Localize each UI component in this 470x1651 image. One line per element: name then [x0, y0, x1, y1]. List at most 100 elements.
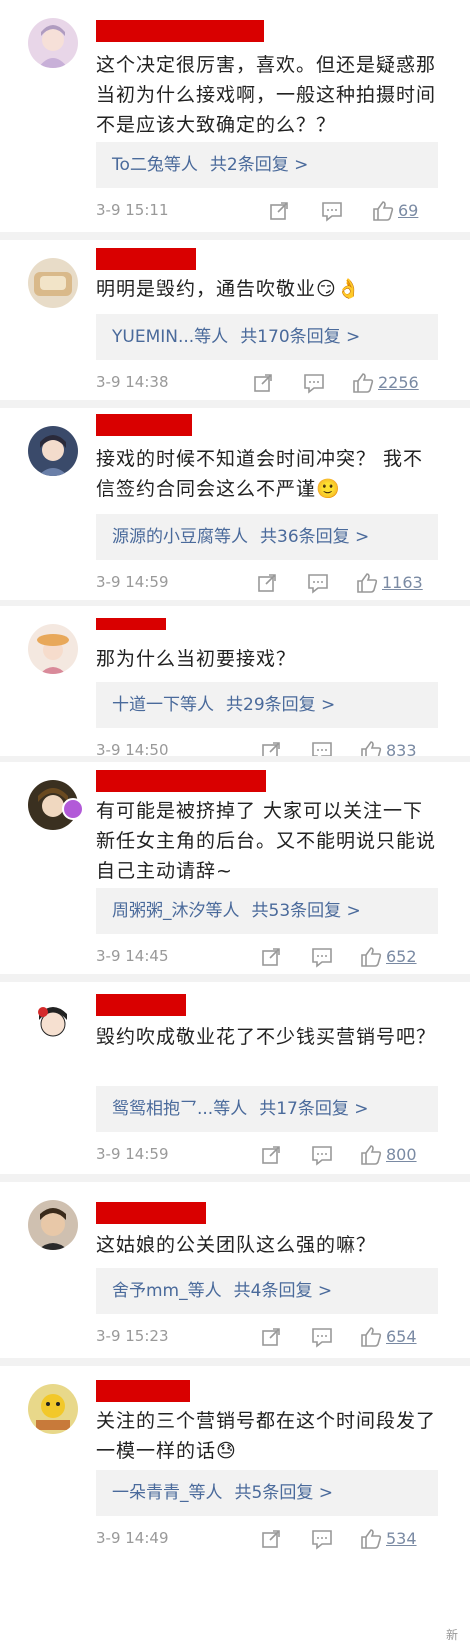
like-count: 69: [398, 200, 419, 220]
verified-badge-icon: [62, 798, 84, 820]
comment-card: 明明是毁约，通告吹敬业😏👌 YUEMIN...等人 共170条回复 > 3-9 1…: [0, 240, 470, 400]
comment-card: 这姑娘的公关团队这么强的嘛？ 舍予mm_等人 共4条回复 > 3-9 15:23 …: [0, 1182, 470, 1358]
thumbs-up-icon: [361, 740, 382, 756]
comment-text: 毁约吹成敬业花了不少钱买营销号吧？: [96, 1026, 437, 1048]
comment-icon[interactable]: [310, 1324, 334, 1348]
avatar[interactable]: [28, 1384, 78, 1434]
reply-count: 共170条回复 >: [240, 327, 361, 347]
comment-time: 3-9 14:38: [96, 373, 169, 391]
like-button[interactable]: 800: [360, 1142, 417, 1166]
reply-summary[interactable]: To二兔等人 共2条回复 >: [96, 142, 438, 188]
comment-time: 3-9 14:59: [96, 1145, 169, 1163]
comment-text: 明明是毁约，通告吹敬业😏👌: [96, 278, 362, 300]
like-count: 1163: [382, 572, 423, 592]
like-count: 800: [386, 1144, 417, 1164]
thumbs-up-icon: [361, 1528, 382, 1549]
avatar[interactable]: [28, 1200, 78, 1250]
reply-count: 共53条回复 >: [251, 901, 361, 921]
reply-count: 共17条回复 >: [259, 1099, 369, 1119]
share-icon[interactable]: [260, 1526, 282, 1550]
comment-time: 3-9 15:23: [96, 1327, 169, 1345]
thumbs-up-icon: [353, 372, 374, 393]
avatar[interactable]: [28, 1000, 78, 1050]
reply-summary[interactable]: 周粥粥_沐汐等人 共53条回复 >: [96, 888, 438, 934]
comment-icon[interactable]: [310, 1526, 334, 1550]
comment-time: 3-9 15:11: [96, 201, 169, 219]
share-icon[interactable]: [260, 738, 282, 756]
thumbs-up-icon: [361, 1144, 382, 1165]
comment-card: 那为什么当初要接戏？ 十道一下等人 共29条回复 > 3-9 14:50 833: [0, 606, 470, 756]
share-icon[interactable]: [260, 1324, 282, 1348]
comment-card: 有可能是被挤掉了 大家可以关注一下新任女主角的后台。又不能明说只能说自己主动请辞…: [0, 762, 470, 974]
thumbs-up-icon: [361, 1326, 382, 1347]
like-button[interactable]: 652: [360, 944, 417, 968]
reply-users: To二兔等人: [112, 155, 198, 175]
smile-emoji: 🙂: [316, 478, 341, 500]
comment-card: 这个决定很厉害，喜欢。但还是疑惑那当初为什么接戏啊，一般这种拍摄时间不是应该大致…: [0, 0, 470, 232]
reply-summary[interactable]: 舍予mm_等人 共4条回复 >: [96, 1268, 438, 1314]
username-redacted: [96, 994, 186, 1016]
like-button[interactable]: 654: [360, 1324, 417, 1348]
share-icon[interactable]: [268, 198, 290, 222]
avatar[interactable]: [28, 426, 78, 476]
comment-icon[interactable]: [310, 738, 334, 756]
reply-summary[interactable]: 一朵青青_等人 共5条回复 >: [96, 1470, 438, 1516]
smirk-and-ok-emoji: 😏👌: [316, 278, 362, 300]
reply-count: 共5条回复 >: [234, 1483, 333, 1503]
like-button[interactable]: 534: [360, 1526, 417, 1550]
comment-feed: 这个决定很厉害，喜欢。但还是疑惑那当初为什么接戏啊，一般这种拍摄时间不是应该大致…: [0, 0, 470, 1651]
like-count: 654: [386, 1326, 417, 1346]
like-count: 833: [386, 740, 417, 757]
reply-summary[interactable]: 源源的小豆腐等人 共36条回复 >: [96, 514, 438, 560]
watermark: 新: [446, 1626, 458, 1643]
like-count: 534: [386, 1528, 417, 1548]
reply-count: 共36条回复 >: [260, 527, 370, 547]
comment-icon[interactable]: [320, 198, 344, 222]
username-redacted: [96, 770, 266, 792]
reply-summary[interactable]: YUEMIN...等人 共170条回复 >: [96, 314, 438, 360]
username-redacted: [96, 618, 166, 630]
thumbs-up-icon: [373, 200, 394, 221]
reply-users: 舍予mm_等人: [112, 1281, 222, 1301]
avatar[interactable]: [28, 258, 78, 308]
like-count: 2256: [378, 372, 419, 392]
username-redacted: [96, 1202, 206, 1224]
thumbs-up-icon: [357, 572, 378, 593]
reply-users: 鸳鸳相抱乛...等人: [112, 1099, 248, 1119]
comment-icon[interactable]: [310, 1142, 334, 1166]
like-button[interactable]: 2256: [352, 370, 419, 394]
reply-users: YUEMIN...等人: [112, 327, 229, 347]
comment-card: 接戏的时候不知道会时间冲突？ 我不信签约合同会这么不严谨🙂 源源的小豆腐等人 共3…: [0, 408, 470, 600]
like-count: 652: [386, 946, 417, 966]
reply-users: 源源的小豆腐等人: [112, 527, 248, 547]
reply-summary[interactable]: 鸳鸳相抱乛...等人 共17条回复 >: [96, 1086, 438, 1132]
avatar[interactable]: [28, 624, 78, 674]
watermark-text: 新: [445, 1628, 458, 1642]
share-icon[interactable]: [260, 944, 282, 968]
like-button[interactable]: 833: [360, 738, 417, 756]
comment-icon[interactable]: [302, 370, 326, 394]
comment-icon[interactable]: [310, 944, 334, 968]
sweat-emoji: 😓: [216, 1440, 237, 1462]
comment-time: 3-9 14:50: [96, 741, 169, 756]
share-icon[interactable]: [260, 1142, 282, 1166]
reply-users: 十道一下等人: [112, 695, 214, 715]
comment-time: 3-9 14:59: [96, 573, 169, 591]
avatar[interactable]: [28, 18, 78, 68]
comment-text: 那为什么当初要接戏？: [96, 648, 297, 670]
comment-text: 这姑娘的公关团队这么强的嘛？: [96, 1234, 377, 1256]
share-icon[interactable]: [256, 570, 278, 594]
comment-card: 关注的三个营销号都在这个时间段发了一模一样的话😓 一朵青青_等人 共5条回复 > …: [0, 1366, 470, 1651]
share-icon[interactable]: [252, 370, 274, 394]
comment-icon[interactable]: [306, 570, 330, 594]
comment-text: 接戏的时候不知道会时间冲突？ 我不信签约合同会这么不严谨🙂: [96, 448, 424, 500]
like-button[interactable]: 69: [372, 198, 418, 222]
comment-card: 毁约吹成敬业花了不少钱买营销号吧？ 鸳鸳相抱乛...等人 共17条回复 > 3-9…: [0, 982, 470, 1174]
username-redacted: [96, 248, 196, 270]
username-redacted: [96, 414, 192, 436]
username-redacted: [96, 20, 264, 42]
reply-summary[interactable]: 十道一下等人 共29条回复 >: [96, 682, 438, 728]
like-button[interactable]: 1163: [356, 570, 423, 594]
reply-users: 一朵青青_等人: [112, 1483, 223, 1503]
reply-count: 共29条回复 >: [226, 695, 336, 715]
